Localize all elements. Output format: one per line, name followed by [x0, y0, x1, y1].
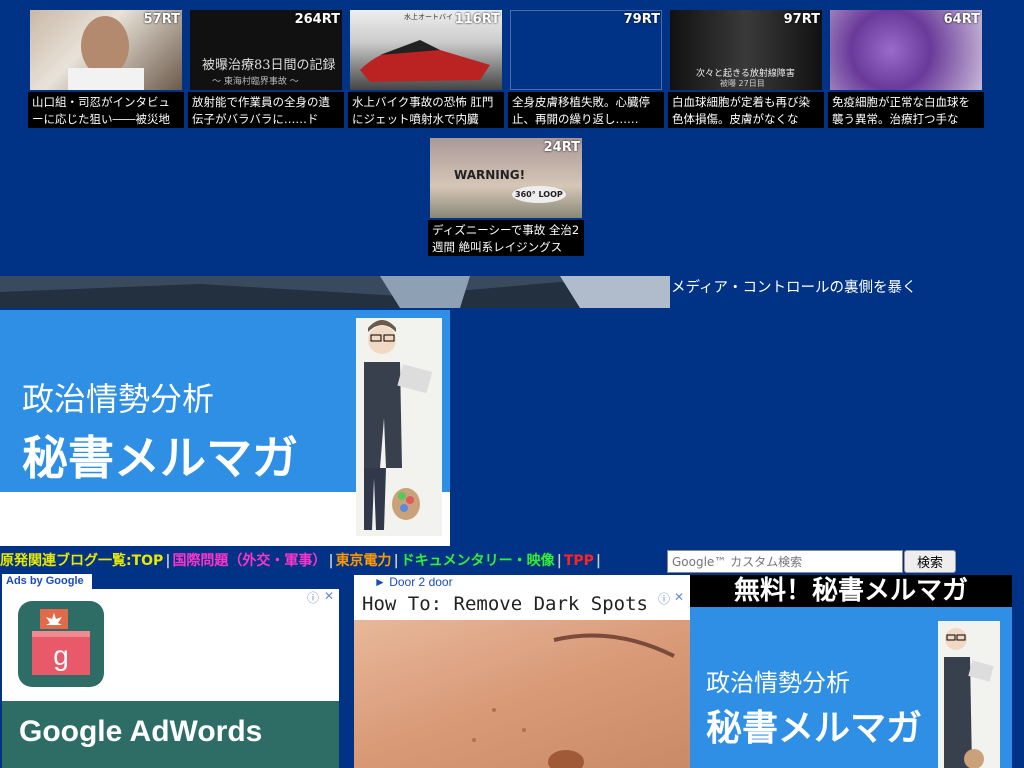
news-caption: 白血球細胞が定着も再び染色体損傷。皮膚がなくな — [668, 92, 824, 128]
ad-info-icon[interactable]: ⓘ — [307, 589, 319, 606]
news-caption: ディズニーシーで事故 全治2週間 絶叫系レイジングス — [428, 220, 584, 256]
retweet-count: 64RT — [943, 12, 980, 27]
ads-by-google-link[interactable]: Ads by Google — [2, 574, 92, 589]
nav-link-top[interactable]: 原発関連ブログ一覧:TOP — [0, 553, 163, 569]
news-card-7[interactable]: WARNING! 360° LOOP 24RT ディズニーシーで事故 全治2週間… — [428, 138, 584, 256]
retweet-count: 79RT — [623, 12, 660, 27]
news-card-5[interactable]: 次々と起きる放射線障害 被曝 27日目 97RT 白血球細胞が定着も再び染色体損… — [668, 10, 824, 128]
search-button[interactable]: 検索 — [904, 550, 956, 573]
news-caption: 山口組・司忍がインタビューに応じた狙い――被災地 — [28, 92, 184, 128]
nav-separator: | — [595, 553, 602, 569]
ad-line-2: 秘書メルマガ — [706, 708, 923, 749]
ballot-box-icon: g — [18, 601, 104, 687]
news-card-6[interactable]: 64RT 免疫細胞が正常な白血球を襲う異常。治療打つ手な — [828, 10, 984, 128]
ad-close-icon[interactable]: ✕ — [324, 589, 334, 603]
secretary-mailmag-ad[interactable]: 政治情勢分析 秘書メルマガ — [0, 310, 450, 546]
free-mailmag-ad[interactable]: 無料！秘書メルマガ 政治情勢分析 秘書メルマガ — [690, 575, 1012, 768]
nav-separator: | — [393, 553, 399, 569]
news-card-3[interactable]: 水上オートバイ 116RT 水上バイク事故の恐怖 肛門にジェット噴射水で内臓 — [348, 10, 504, 128]
svg-text:g: g — [53, 640, 69, 671]
ad-info-icon[interactable]: ⓘ — [658, 590, 670, 607]
news-card-1[interactable]: 57RT 山口組・司忍がインタビューに応じた狙い――被災地 — [28, 10, 184, 128]
secretary-illustration — [938, 621, 1000, 768]
retweet-count: 264RT — [294, 12, 340, 27]
dark-spots-ad[interactable]: How To: Remove Dark Spots ⓘ ✕ — [354, 590, 690, 768]
dark-spots-title: How To: Remove Dark Spots — [362, 593, 648, 615]
category-nav: 原発関連ブログ一覧:TOP | 国際問題（外交・軍事） | 東京電力 | ドキュメンタリー・… — [0, 550, 603, 572]
search-input[interactable] — [667, 550, 903, 573]
thumb-subtitle: 被曝 27日目 — [720, 79, 765, 88]
news-caption: 放射能で作業員の全身の遺伝子がバラバラに……ド — [188, 92, 344, 128]
news-caption: 全身皮膚移植失敗。心臓停止、再開の繰り返し…… — [508, 92, 664, 128]
ad-line-2: 秘書メルマガ — [22, 431, 298, 485]
free-mailmag-header: 無料！秘書メルマガ — [690, 575, 1012, 607]
google-adwords-ad[interactable]: ⓘ ✕ g Google AdWords — [2, 589, 339, 768]
skin-photo — [354, 620, 690, 768]
thumb-subtitle: 〜 東海村臨界事故 〜 — [212, 77, 299, 87]
ad-close-icon[interactable]: ✕ — [674, 590, 684, 604]
retweet-count: 97RT — [783, 12, 820, 27]
thumb-title: WARNING! — [454, 168, 526, 182]
nav-link-tpp[interactable]: TPP — [564, 553, 594, 569]
adwords-title: Google AdWords — [19, 715, 263, 748]
adwords-banner: Google AdWords — [2, 701, 339, 768]
thumb-title: 水上オートバイ — [404, 13, 453, 21]
retweet-count: 57RT — [143, 12, 180, 27]
nav-link-tepco[interactable]: 東京電力 — [336, 553, 392, 569]
media-tagline: メディア・コントロールの裏側を暴く — [671, 280, 917, 296]
nav-separator: | — [165, 553, 171, 569]
nav-link-documentary[interactable]: ドキュメンタリー・映像 — [401, 553, 555, 569]
ad-line-1: 政治情勢分析 — [706, 669, 850, 697]
nav-separator: | — [328, 553, 334, 569]
retweet-count: 116RT — [454, 12, 500, 27]
nav-link-international[interactable]: 国際問題（外交・軍事） — [172, 553, 326, 569]
door-2-door-link[interactable]: ► Door 2 door — [354, 575, 690, 590]
secretary-illustration — [356, 318, 442, 536]
thumb-title: 被曝治療83日間の記録 — [202, 58, 336, 73]
news-caption: 水上バイク事故の恐怖 肛門にジェット噴射水で内臓 — [348, 92, 504, 128]
ad-line-1: 政治情勢分析 — [22, 380, 215, 418]
retweet-count: 24RT — [543, 140, 580, 155]
thumb-subtitle: 360° LOOP — [512, 186, 566, 203]
header-banner[interactable] — [0, 276, 670, 308]
news-card-2[interactable]: 被曝治療83日間の記録 〜 東海村臨界事故 〜 264RT 放射能で作業員の全身… — [188, 10, 344, 128]
nav-separator: | — [556, 553, 562, 569]
news-caption: 免疫細胞が正常な白血球を襲う異常。治療打つ手な — [828, 92, 984, 128]
news-card-4[interactable]: 79RT 全身皮膚移植失敗。心臓停止、再開の繰り返し…… — [508, 10, 664, 128]
